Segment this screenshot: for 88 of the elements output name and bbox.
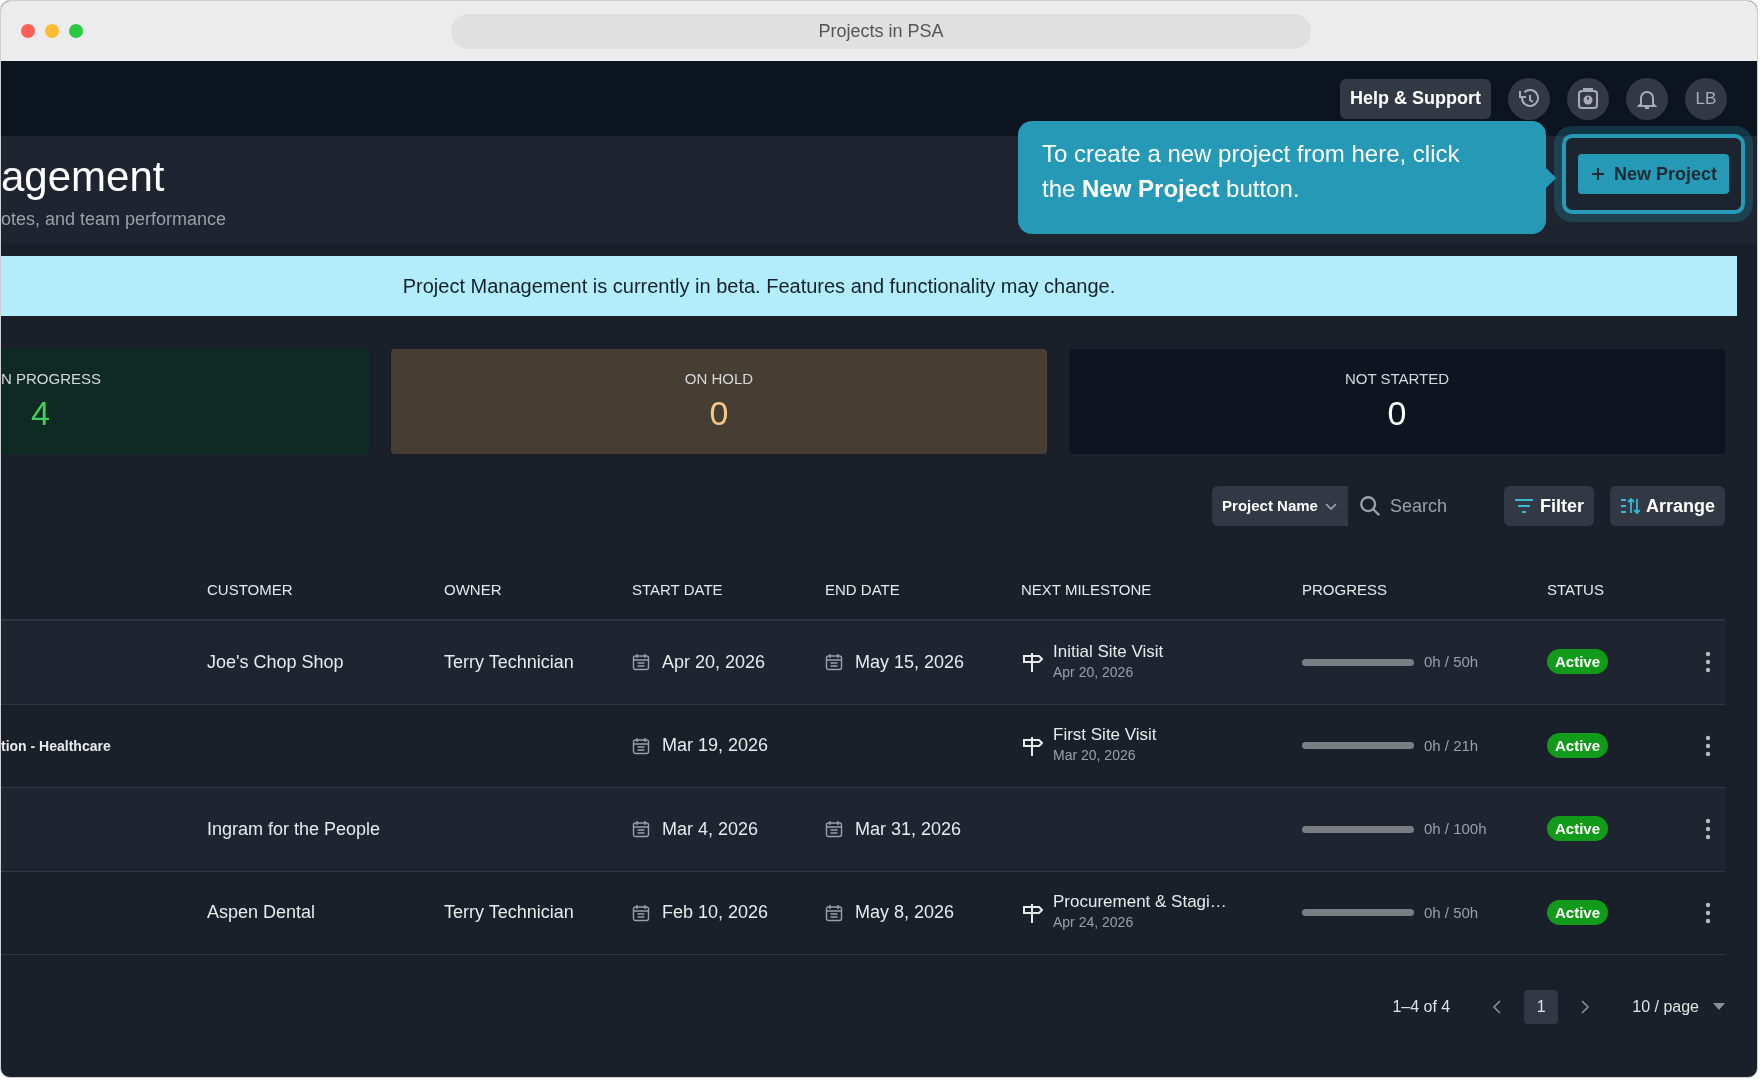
start-date: Mar 4, 2026 [662, 817, 759, 841]
page-button[interactable]: 1 [1524, 990, 1559, 1024]
stat-label: N PROGRESS [1, 369, 102, 390]
start-date: Feb 10, 2026 [662, 901, 769, 925]
calendar-icon [825, 653, 843, 672]
pagination-range: 1–4 of 4 [1392, 997, 1451, 1017]
calendar-icon [632, 653, 650, 672]
timer-icon [1576, 86, 1600, 111]
window-title: Projects in PSA [451, 14, 1311, 49]
start-date: Mar 19, 2026 [662, 734, 769, 758]
status-badge: Active [1547, 816, 1609, 842]
avatar[interactable]: LB [1685, 77, 1727, 120]
calendar-icon [632, 820, 650, 839]
owner-name: Terry Technician [444, 902, 574, 923]
stat-label: NOT STARTED [1344, 369, 1450, 390]
more-button[interactable] [1705, 818, 1711, 841]
calendar-icon [632, 736, 650, 755]
history-button[interactable] [1508, 77, 1550, 120]
milestone-name: Procurement & Stagi… [1053, 892, 1227, 913]
status-badge: Active [1547, 899, 1609, 925]
plus-icon [1589, 166, 1606, 182]
end-date: May 15, 2026 [855, 650, 965, 674]
progress-reading: 0h / 100h [1424, 819, 1487, 839]
milestone-date: Apr 20, 2026 [1053, 662, 1135, 682]
more-icon [1705, 901, 1711, 924]
more-button[interactable] [1705, 734, 1711, 757]
customer-name: Ingram for the People [207, 818, 381, 839]
status-badge: Active [1547, 649, 1609, 675]
filter-button[interactable]: Filter [1503, 486, 1594, 526]
tooltip: To create a new project from here, click the New Project button. [1018, 121, 1546, 234]
customer-name: Joe's Chop Shop [207, 651, 344, 672]
stat-label: ON HOLD [684, 369, 754, 390]
search-icon [1357, 493, 1382, 519]
calendar-icon [825, 903, 843, 922]
new-project-button[interactable]: New Project [1577, 154, 1729, 194]
more-icon [1705, 818, 1711, 841]
project-name: tion - Healthcare [1, 737, 111, 754]
previous-page-button[interactable] [1492, 999, 1503, 1015]
stat-value: 0 [709, 392, 729, 434]
milestone-name: First Site Visit [1053, 725, 1157, 746]
chevron-left-icon [1492, 999, 1503, 1015]
progress-reading: 0h / 50h [1424, 652, 1479, 672]
milestone-name: Initial Site Visit [1053, 641, 1164, 662]
more-button[interactable] [1705, 901, 1711, 924]
customer-name: Aspen Dental [207, 902, 316, 923]
signpost-icon [1021, 734, 1043, 757]
column-header: CUSTOMER [207, 579, 294, 600]
column-header: NEXT MILESTONE [1021, 579, 1153, 600]
start-date: Apr 20, 2026 [662, 650, 766, 674]
milestone-date: Mar 20, 2026 [1053, 746, 1137, 766]
window-control-icon[interactable] [21, 24, 35, 38]
more-icon [1705, 734, 1711, 757]
bell-button[interactable] [1626, 77, 1668, 120]
beta-alert: Project Management is currently in beta. Features and functionality may change. [1, 256, 1737, 316]
help-button[interactable]: Help & Support [1340, 78, 1491, 119]
stat-value: 0 [1387, 392, 1407, 434]
field-select[interactable]: Project Name [1212, 486, 1348, 526]
search-field[interactable]: Search [1387, 491, 1488, 521]
milestone-date: Apr 24, 2026 [1053, 913, 1135, 933]
column-header: OWNER [444, 579, 503, 600]
signpost-icon [1021, 651, 1043, 674]
filter-icon [1513, 497, 1534, 515]
column-header: END DATE [825, 579, 901, 600]
more-icon [1705, 651, 1711, 674]
end-date: May 8, 2026 [855, 901, 955, 925]
chevron-right-icon [1580, 999, 1591, 1015]
next-page-button[interactable] [1580, 999, 1591, 1015]
calendar-icon [825, 820, 843, 839]
signpost-icon [1021, 901, 1043, 924]
column-header: STATUS [1547, 579, 1605, 600]
owner-name: Terry Technician [444, 651, 574, 672]
caret-down-icon [1713, 1003, 1725, 1011]
tooltip-pointer [1546, 167, 1556, 188]
status-badge: Active [1547, 732, 1609, 758]
page-subtitle: otes, and team performance [1, 208, 227, 232]
calendar-icon [632, 903, 650, 922]
stat-value: 4 [30, 392, 50, 434]
column-header: PROGRESS [1302, 579, 1389, 600]
column-header: START DATE [632, 579, 724, 600]
timer-button[interactable] [1567, 77, 1609, 120]
progress-reading: 0h / 50h [1424, 902, 1479, 923]
sort-icon [1619, 497, 1640, 515]
arrange-button[interactable]: Arrange [1609, 486, 1725, 526]
page-title: agement [1, 154, 166, 201]
progress-reading: 0h / 21h [1424, 735, 1479, 756]
end-date: Mar 31, 2026 [855, 817, 962, 841]
page-size-select[interactable]: 10 / page [1632, 995, 1725, 1019]
more-button[interactable] [1705, 651, 1711, 674]
